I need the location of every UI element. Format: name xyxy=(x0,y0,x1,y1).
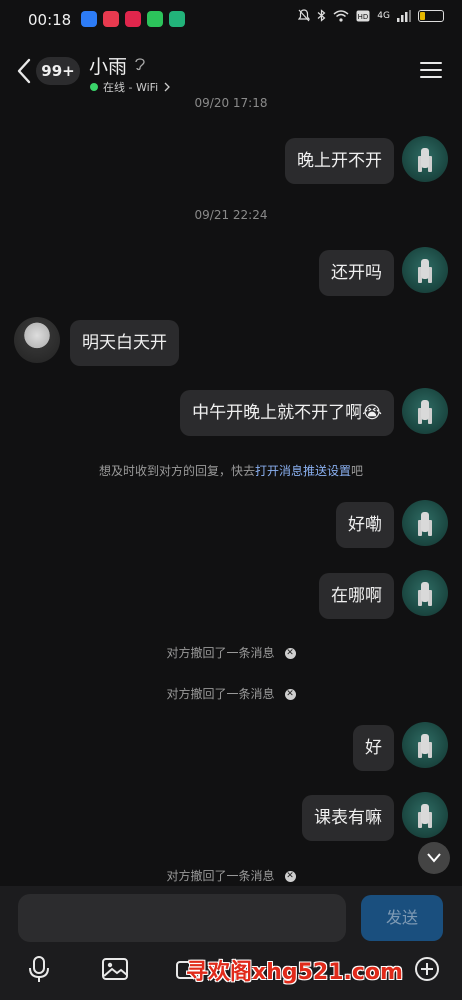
app-notification-icon xyxy=(81,11,97,27)
back-arrow-icon[interactable] xyxy=(14,58,36,84)
unread-count-badge[interactable]: 99+ xyxy=(36,57,80,85)
chevron-down-icon xyxy=(427,853,441,863)
status-time: 00:18 xyxy=(28,11,72,29)
push-settings-link[interactable]: 打开消息推送设置 xyxy=(255,464,351,478)
online-status-label: 在线 - WiFi xyxy=(103,81,159,94)
microphone-icon[interactable] xyxy=(24,954,54,984)
sent-message-bubble[interactable]: 好嘞 xyxy=(336,502,394,548)
battery-icon: 20 xyxy=(418,9,444,22)
recalled-message-notice: 对方撤回了一条消息 ✕ xyxy=(0,685,462,702)
sent-message-bubble[interactable]: 晚上开不开 xyxy=(285,138,394,184)
chat-app-icon xyxy=(169,11,185,27)
wechat-icon xyxy=(147,11,163,27)
my-avatar[interactable] xyxy=(402,500,448,546)
recalled-text: 对方撤回了一条消息 xyxy=(166,646,275,660)
svg-text:HD: HD xyxy=(358,13,369,21)
my-avatar[interactable] xyxy=(402,247,448,293)
online-dot-icon xyxy=(90,83,98,91)
message-input-bar: 发送 寻欢阁xhg521.com xyxy=(0,886,462,1000)
music-app-icon xyxy=(125,11,141,27)
message-timestamp: 09/21 22:24 xyxy=(194,208,268,222)
recalled-message-notice: 对方撤回了一条消息 ✕ xyxy=(0,867,462,884)
message-input[interactable] xyxy=(18,894,346,942)
wifi-icon xyxy=(333,9,349,22)
close-icon[interactable]: ✕ xyxy=(284,689,296,700)
image-icon[interactable] xyxy=(100,954,130,984)
scroll-to-bottom-button[interactable] xyxy=(418,842,450,874)
watermark: 寻欢阁xhg521.com xyxy=(186,960,403,985)
add-icon[interactable] xyxy=(412,954,442,984)
sent-message-bubble[interactable]: 课表有嘛 xyxy=(302,795,394,841)
menu-icon[interactable] xyxy=(420,62,442,80)
status-bar: 00:18 HD 4G 20 xyxy=(0,0,462,40)
chat-header: 99+ 小雨 在线 - WiFi xyxy=(0,42,462,98)
recalled-message-notice: 对方撤回了一条消息 ✕ xyxy=(0,644,462,661)
sent-message-bubble[interactable]: 在哪啊 xyxy=(319,573,394,619)
my-avatar[interactable] xyxy=(402,388,448,434)
online-status[interactable]: 在线 - WiFi xyxy=(90,79,171,95)
my-avatar[interactable] xyxy=(402,722,448,768)
signal-icon xyxy=(397,9,411,22)
notification-icons xyxy=(81,11,185,27)
contact-avatar[interactable] xyxy=(14,317,60,363)
my-avatar[interactable] xyxy=(402,792,448,838)
recalled-text: 对方撤回了一条消息 xyxy=(166,869,275,883)
hint-text: 吧 xyxy=(351,464,364,478)
sent-message-bubble[interactable]: 还开吗 xyxy=(319,250,394,296)
status-indicators: HD 4G 20 xyxy=(298,9,444,22)
bluetooth-icon xyxy=(317,9,326,22)
mute-bell-icon xyxy=(298,9,311,22)
contact-name[interactable]: 小雨 xyxy=(89,52,127,79)
message-timestamp: 09/20 17:18 xyxy=(194,96,268,110)
hd-icon: HD xyxy=(356,10,370,21)
hint-text: 想及时收到对方的回复，快去 xyxy=(98,464,255,478)
sent-message-bubble[interactable]: 好 xyxy=(353,725,394,771)
close-icon[interactable]: ✕ xyxy=(284,871,296,882)
close-icon[interactable]: ✕ xyxy=(284,648,296,659)
app-notification-icon xyxy=(103,11,119,27)
push-settings-hint: 想及时收到对方的回复，快去打开消息推送设置吧 xyxy=(0,462,462,479)
battery-level: 20 xyxy=(428,11,441,22)
network-type: 4G xyxy=(377,10,390,21)
received-message-bubble[interactable]: 明天白天开 xyxy=(70,320,179,366)
my-avatar[interactable] xyxy=(402,570,448,616)
ear-icon xyxy=(135,58,145,71)
my-avatar[interactable] xyxy=(402,136,448,182)
chevron-right-icon xyxy=(164,82,171,92)
sent-message-bubble[interactable]: 中午开晚上就不开了啊😭 xyxy=(180,390,394,436)
send-button[interactable]: 发送 xyxy=(361,895,443,941)
recalled-text: 对方撤回了一条消息 xyxy=(166,687,275,701)
